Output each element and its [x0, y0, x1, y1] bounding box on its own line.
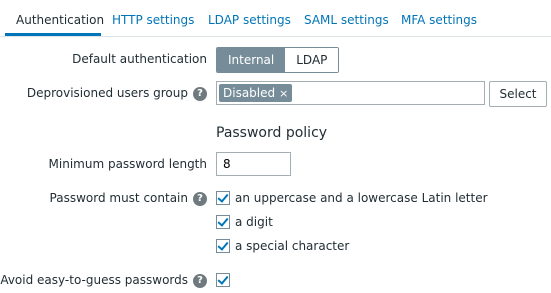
option-label: an uppercase and a lowercase Latin lette… [235, 191, 488, 205]
tab-mfa-settings[interactable]: MFA settings [401, 0, 477, 36]
tab-authentication[interactable]: Authentication [16, 0, 104, 36]
tab-bar: Authentication HTTP settings LDAP settin… [0, 0, 551, 37]
default-authentication-label: Default authentication [72, 52, 207, 66]
checkmark-icon[interactable] [216, 239, 230, 253]
option-special-character: a special character [216, 238, 349, 254]
avoid-easy-passwords-label: Avoid easy-to-guess passwords? [0, 273, 207, 288]
avoid-easy-passwords-option [216, 272, 235, 288]
help-icon[interactable]: ? [193, 191, 207, 206]
close-icon[interactable]: × [279, 87, 288, 100]
password-policy-title: Password policy [216, 125, 328, 141]
password-must-contain-text: Password must contain [49, 191, 188, 205]
deprovisioned-users-group-label: Deprovisioned users group? [27, 86, 207, 101]
avoid-easy-passwords-text: Avoid easy-to-guess passwords [0, 273, 188, 287]
chip-label: Disabled [223, 86, 276, 100]
deprovisioned-group-multiselect[interactable]: Disabled × [216, 81, 485, 105]
tab-saml-settings[interactable]: SAML settings [304, 0, 389, 36]
selected-group-chip: Disabled × [219, 84, 293, 102]
auth-internal-button[interactable]: Internal [217, 48, 286, 72]
tab-ldap-settings[interactable]: LDAP settings [208, 0, 291, 36]
option-digit: a digit [216, 214, 273, 230]
active-tab-indicator [5, 33, 101, 36]
checkmark-icon[interactable] [216, 273, 230, 287]
password-must-contain-label: Password must contain? [50, 191, 207, 206]
checkmark-icon[interactable] [216, 191, 230, 205]
deprovisioned-users-group-text: Deprovisioned users group [26, 86, 188, 100]
minimum-password-length-input[interactable] [216, 152, 291, 176]
auth-ldap-button[interactable]: LDAP [285, 48, 339, 72]
option-uppercase-lowercase: an uppercase and a lowercase Latin lette… [216, 190, 488, 206]
checkmark-icon[interactable] [216, 215, 230, 229]
default-authentication-toggle: Internal LDAP [216, 47, 340, 73]
option-label: a special character [235, 239, 350, 253]
minimum-password-length-label: Minimum password length [48, 157, 207, 171]
help-icon[interactable]: ? [193, 86, 207, 101]
tab-http-settings[interactable]: HTTP settings [112, 0, 194, 36]
option-label: a digit [235, 215, 273, 229]
help-icon[interactable]: ? [193, 273, 207, 288]
select-button[interactable]: Select [489, 81, 547, 107]
